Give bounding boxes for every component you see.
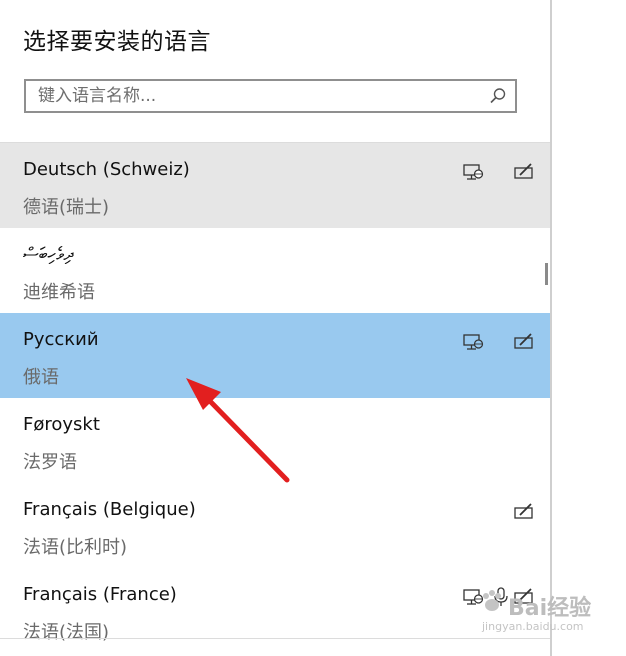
language-native-name: 法语(法国) xyxy=(23,622,110,643)
feature-icons xyxy=(410,501,550,523)
handwriting-icon xyxy=(514,333,533,349)
language-name: Føroyskt xyxy=(23,414,100,435)
language-list: Deutsch (Schweiz) 德语(瑞士) ދިވެހިބަސް 迪维希语 xyxy=(0,143,550,653)
language-native-name: 俄语 xyxy=(23,367,59,388)
language-name: Deutsch (Schweiz) xyxy=(23,159,190,180)
search-icon[interactable] xyxy=(489,87,507,105)
language-native-name: 法罗语 xyxy=(23,452,77,473)
language-name: Français (France) xyxy=(23,584,177,605)
search-input[interactable] xyxy=(26,81,488,111)
language-native-name: 德语(瑞士) xyxy=(23,197,110,218)
handwriting-icon xyxy=(514,163,533,179)
watermark: Bai经验 jingyan.baidu.com xyxy=(478,586,618,640)
feature-icons xyxy=(410,331,550,353)
language-name: ދިވެހިބަސް xyxy=(23,244,74,265)
search-box[interactable] xyxy=(24,79,517,113)
panel-border xyxy=(550,0,552,656)
footer-divider xyxy=(0,638,550,639)
language-item-dhivehi[interactable]: ދިވެހިބަސް 迪维希语 xyxy=(0,228,550,313)
language-item-french-belgium[interactable]: Français (Belgique) 法语(比利时) xyxy=(0,483,550,568)
scrollbar-thumb[interactable] xyxy=(545,263,548,285)
handwriting-icon xyxy=(514,503,533,519)
language-name: Русский xyxy=(23,329,99,350)
display-language-icon xyxy=(463,334,484,350)
feature-icons xyxy=(410,161,550,183)
watermark-url: jingyan.baidu.com xyxy=(482,620,584,633)
paw-logo-icon xyxy=(483,590,501,611)
language-native-name: 法语(比利时) xyxy=(23,537,128,558)
language-picker-panel: 选择要安装的语言 Deutsch (Schweiz) 德语(瑞士) xyxy=(0,0,550,656)
watermark-text: Bai经验 xyxy=(508,596,592,621)
language-native-name: 迪维希语 xyxy=(23,282,95,303)
language-item-french-france[interactable]: Français (France) 法语(法国) xyxy=(0,568,550,653)
language-item-russian[interactable]: Русский 俄语 xyxy=(0,313,550,398)
language-item-faroese[interactable]: Føroyskt 法罗语 xyxy=(0,398,550,483)
language-name: Français (Belgique) xyxy=(23,499,196,520)
page-title: 选择要安装的语言 xyxy=(23,29,211,55)
display-language-icon xyxy=(463,164,484,180)
language-item-deutsch-schweiz[interactable]: Deutsch (Schweiz) 德语(瑞士) xyxy=(0,143,550,228)
